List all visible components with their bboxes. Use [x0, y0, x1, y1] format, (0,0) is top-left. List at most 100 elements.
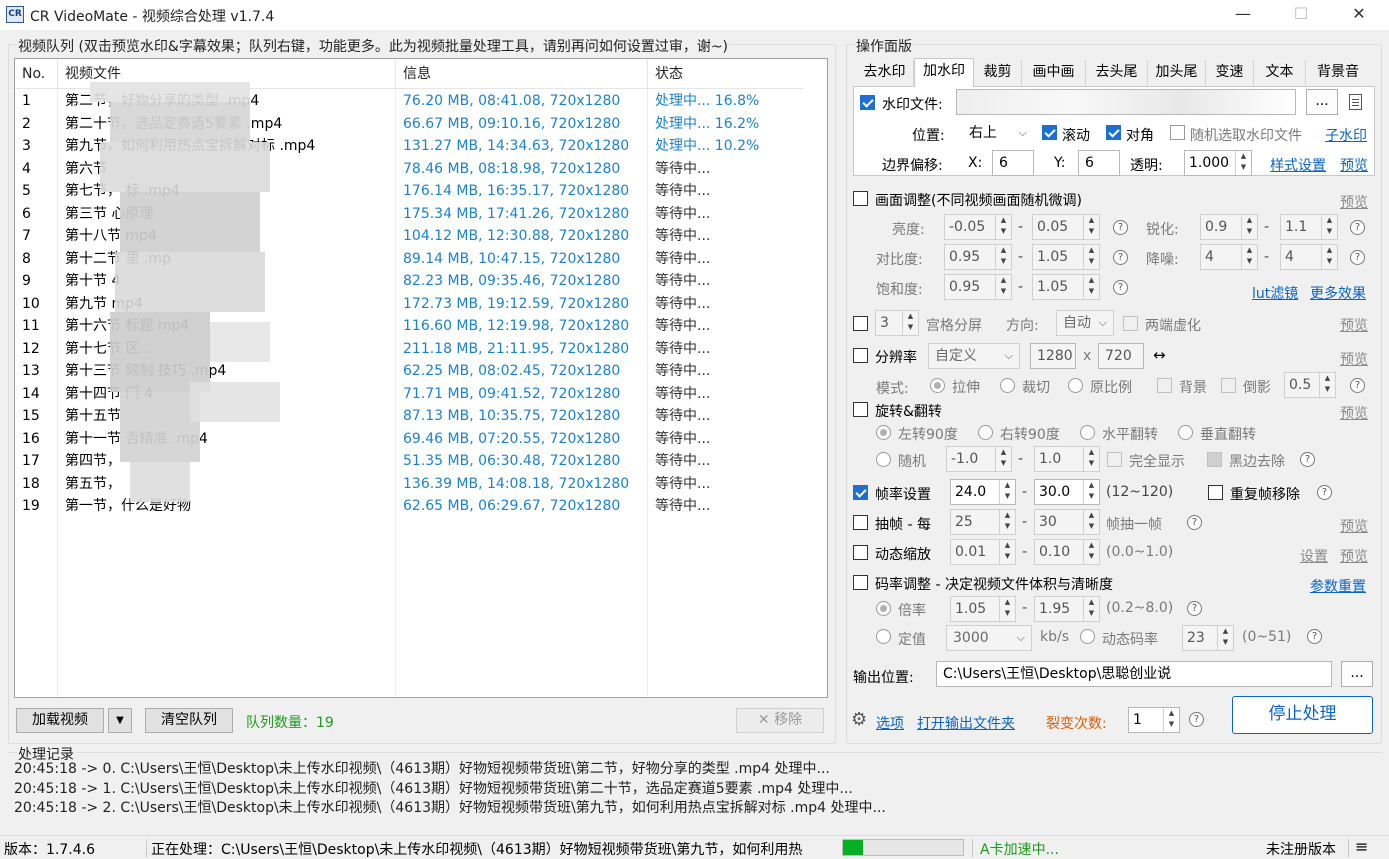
- picture-preview-link[interactable]: 预览: [1340, 192, 1368, 212]
- watermark-preview-link[interactable]: 预览: [1340, 155, 1368, 175]
- table-row[interactable]: 16 第十一节 否精准 .mp4 69.46 MB, 07:20.55, 720x1…: [15, 428, 804, 451]
- zoom-min[interactable]: 0.01 ▲ ▼: [950, 539, 1016, 565]
- picture-adjust-checkbox[interactable]: [853, 191, 868, 206]
- tab-trim[interactable]: 去头尾: [1086, 60, 1148, 87]
- spin-arrows-icon[interactable]: ▲ ▼: [1083, 480, 1099, 504]
- spin-arrows-icon[interactable]: ▲ ▼: [1083, 597, 1099, 621]
- brightness-max[interactable]: 0.05 ▲ ▼: [1032, 214, 1100, 240]
- spin-arrows-icon[interactable]: ▲ ▼: [1083, 215, 1099, 239]
- table-row[interactable]: 3 第九节，如何利用热点宝拆解对标 .mp4 131.27 MB, 14:34.63…: [15, 135, 804, 158]
- zoom-checkbox[interactable]: [853, 545, 868, 560]
- column-no[interactable]: No.: [15, 59, 58, 89]
- background-checkbox[interactable]: [1157, 378, 1172, 393]
- rotate-preview-link[interactable]: 预览: [1340, 403, 1368, 423]
- help-icon[interactable]: ?: [1350, 250, 1365, 265]
- more-effects-link[interactable]: 更多效果: [1310, 283, 1366, 303]
- framerate-checkbox[interactable]: [853, 485, 868, 500]
- spin-arrows-icon[interactable]: ▲ ▼: [999, 540, 1015, 564]
- add-video-dropdown[interactable]: ▼: [108, 708, 132, 733]
- column-file[interactable]: 视频文件: [58, 59, 396, 89]
- spin-arrows-icon[interactable]: ▲ ▼: [1083, 447, 1099, 471]
- rotate-right-radio[interactable]: [978, 425, 993, 440]
- table-row[interactable]: 19 第一节，什么是好物 62.65 MB, 06:29.67, 720x1280 等…: [15, 495, 804, 518]
- add-video-button[interactable]: 加载视频: [16, 708, 104, 733]
- scroll-checkbox[interactable]: [1042, 125, 1057, 140]
- resolution-preset-select[interactable]: 自定义 ⌵: [928, 343, 1020, 369]
- maximize-icon[interactable]: ☐: [1278, 0, 1324, 30]
- extract-preview-link[interactable]: 预览: [1340, 516, 1368, 536]
- help-icon[interactable]: ?: [1307, 629, 1322, 644]
- table-row[interactable]: 7 第十八节 mp4 104.12 MB, 12:30.88, 720x1280 等待…: [15, 225, 804, 248]
- hflip-radio[interactable]: [1080, 425, 1095, 440]
- rotate-random-radio[interactable]: [876, 452, 891, 467]
- table-row[interactable]: 8 第十二节 里 .mp 89.14 MB, 10:47.15, 720x1280 等…: [15, 248, 804, 271]
- sharpen-min[interactable]: 0.9 ▲ ▼: [1200, 214, 1258, 240]
- rotate-min[interactable]: -1.0 ▲ ▼: [946, 446, 1012, 472]
- saturation-min[interactable]: 0.95 ▲ ▼: [944, 274, 1012, 300]
- spin-arrows-icon[interactable]: ▲ ▼: [1319, 373, 1335, 397]
- table-row[interactable]: 17 第四节， 51.35 MB, 06:30.48, 720x1280 等待中...: [15, 450, 804, 473]
- output-path-input[interactable]: C:\Users\王恒\Desktop\思聪创业说: [936, 661, 1332, 687]
- table-row[interactable]: 10 第九节 mp4 172.73 MB, 19:12.59, 720x1280 等待…: [15, 293, 804, 316]
- offset-x-input[interactable]: 6: [992, 150, 1034, 176]
- spin-arrows-icon[interactable]: ▲ ▼: [995, 447, 1011, 471]
- spin-arrows-icon[interactable]: ▲ ▼: [999, 597, 1015, 621]
- grid-checkbox[interactable]: [853, 316, 868, 331]
- spin-arrows-icon[interactable]: ▲ ▼: [1321, 245, 1337, 269]
- clear-queue-button[interactable]: 清空队列: [145, 708, 233, 733]
- bitrate-ratio-radio[interactable]: [876, 601, 891, 616]
- dynamic-bitrate-spinner[interactable]: 23 ▲ ▼: [1182, 625, 1234, 651]
- menu-icon[interactable]: ≡: [1355, 837, 1368, 856]
- table-row[interactable]: 1 第二节，好物分享的类型 .mp4 76.20 MB, 08:41.08, 720…: [15, 90, 804, 113]
- denoise-min[interactable]: 4 ▲ ▼: [1200, 244, 1258, 270]
- spin-arrows-icon[interactable]: ▲ ▼: [1083, 245, 1099, 269]
- options-link[interactable]: 选项: [876, 713, 904, 733]
- open-output-folder-link[interactable]: 打开输出文件夹: [917, 713, 1015, 733]
- diagonal-checkbox[interactable]: [1106, 125, 1121, 140]
- tab-crop[interactable]: 裁剪: [974, 60, 1022, 87]
- swap-icon[interactable]: ↔: [1153, 346, 1166, 364]
- extract-max[interactable]: 30 ▲ ▼: [1034, 509, 1100, 535]
- log-list[interactable]: 20:45:18 -> 0. C:\Users\王恒\Desktop\未上传水印…: [14, 760, 1375, 824]
- saturation-max[interactable]: 1.05 ▲ ▼: [1032, 274, 1100, 300]
- spin-arrows-icon[interactable]: ▲ ▼: [999, 480, 1015, 504]
- gear-icon[interactable]: ⚙: [851, 711, 867, 729]
- lut-filter-link[interactable]: lut滤镜: [1252, 283, 1298, 303]
- table-row[interactable]: 4 第六节 78.46 MB, 08:18.98, 720x1280 等待中...: [15, 158, 804, 181]
- extract-checkbox[interactable]: [853, 515, 868, 530]
- help-icon[interactable]: ?: [1187, 601, 1202, 616]
- full-display-checkbox[interactable]: [1107, 452, 1122, 467]
- table-row[interactable]: 12 第十七节 区 . 211.18 MB, 21:11.95, 720x1280 等…: [15, 338, 804, 361]
- dup-frame-checkbox[interactable]: [1208, 485, 1223, 500]
- denoise-max[interactable]: 4 ▲ ▼: [1280, 244, 1338, 270]
- column-info[interactable]: 信息: [396, 59, 648, 89]
- table-row[interactable]: 14 第十四节 门 4 71.71 MB, 09:41.52, 720x1280 等待…: [15, 383, 804, 406]
- opacity-spinner[interactable]: 1.000 ▲ ▼: [1184, 150, 1252, 176]
- zoom-settings-link[interactable]: 设置: [1300, 546, 1328, 566]
- framerate-min[interactable]: 24.0 ▲ ▼: [950, 479, 1016, 505]
- bitrate-fixed-radio[interactable]: [876, 629, 891, 644]
- reflection-checkbox[interactable]: [1221, 378, 1236, 393]
- watermark-file-input[interactable]: [956, 89, 1296, 115]
- resolution-preview-link[interactable]: 预览: [1340, 349, 1368, 369]
- mode-crop-radio[interactable]: [1000, 378, 1015, 393]
- tab-text[interactable]: 文本: [1254, 60, 1306, 87]
- spin-arrows-icon[interactable]: ▲ ▼: [1241, 245, 1257, 269]
- extract-min[interactable]: 25 ▲ ▼: [950, 509, 1016, 535]
- watermark-file-checkbox[interactable]: [860, 95, 875, 110]
- tab-speed[interactable]: 变速: [1206, 60, 1254, 87]
- rotate-checkbox[interactable]: [853, 402, 868, 417]
- fission-count-spinner[interactable]: 1 ▲ ▼: [1128, 707, 1180, 733]
- column-status[interactable]: 状态: [648, 59, 804, 89]
- spin-arrows-icon[interactable]: ▲ ▼: [1235, 151, 1251, 175]
- spin-arrows-icon[interactable]: ▲ ▼: [1083, 540, 1099, 564]
- tab-add-intro[interactable]: 加头尾: [1148, 60, 1206, 87]
- tab-remove-watermark[interactable]: 去水印: [856, 60, 914, 87]
- spin-arrows-icon[interactable]: ▲ ▼: [1241, 215, 1257, 239]
- help-icon[interactable]: ?: [1350, 220, 1365, 235]
- help-icon[interactable]: ?: [1300, 452, 1315, 467]
- spin-arrows-icon[interactable]: ▲ ▼: [995, 245, 1011, 269]
- mode-stretch-radio[interactable]: [930, 378, 945, 393]
- stop-processing-button[interactable]: 停止处理: [1232, 696, 1373, 734]
- spin-arrows-icon[interactable]: ▲ ▼: [995, 275, 1011, 299]
